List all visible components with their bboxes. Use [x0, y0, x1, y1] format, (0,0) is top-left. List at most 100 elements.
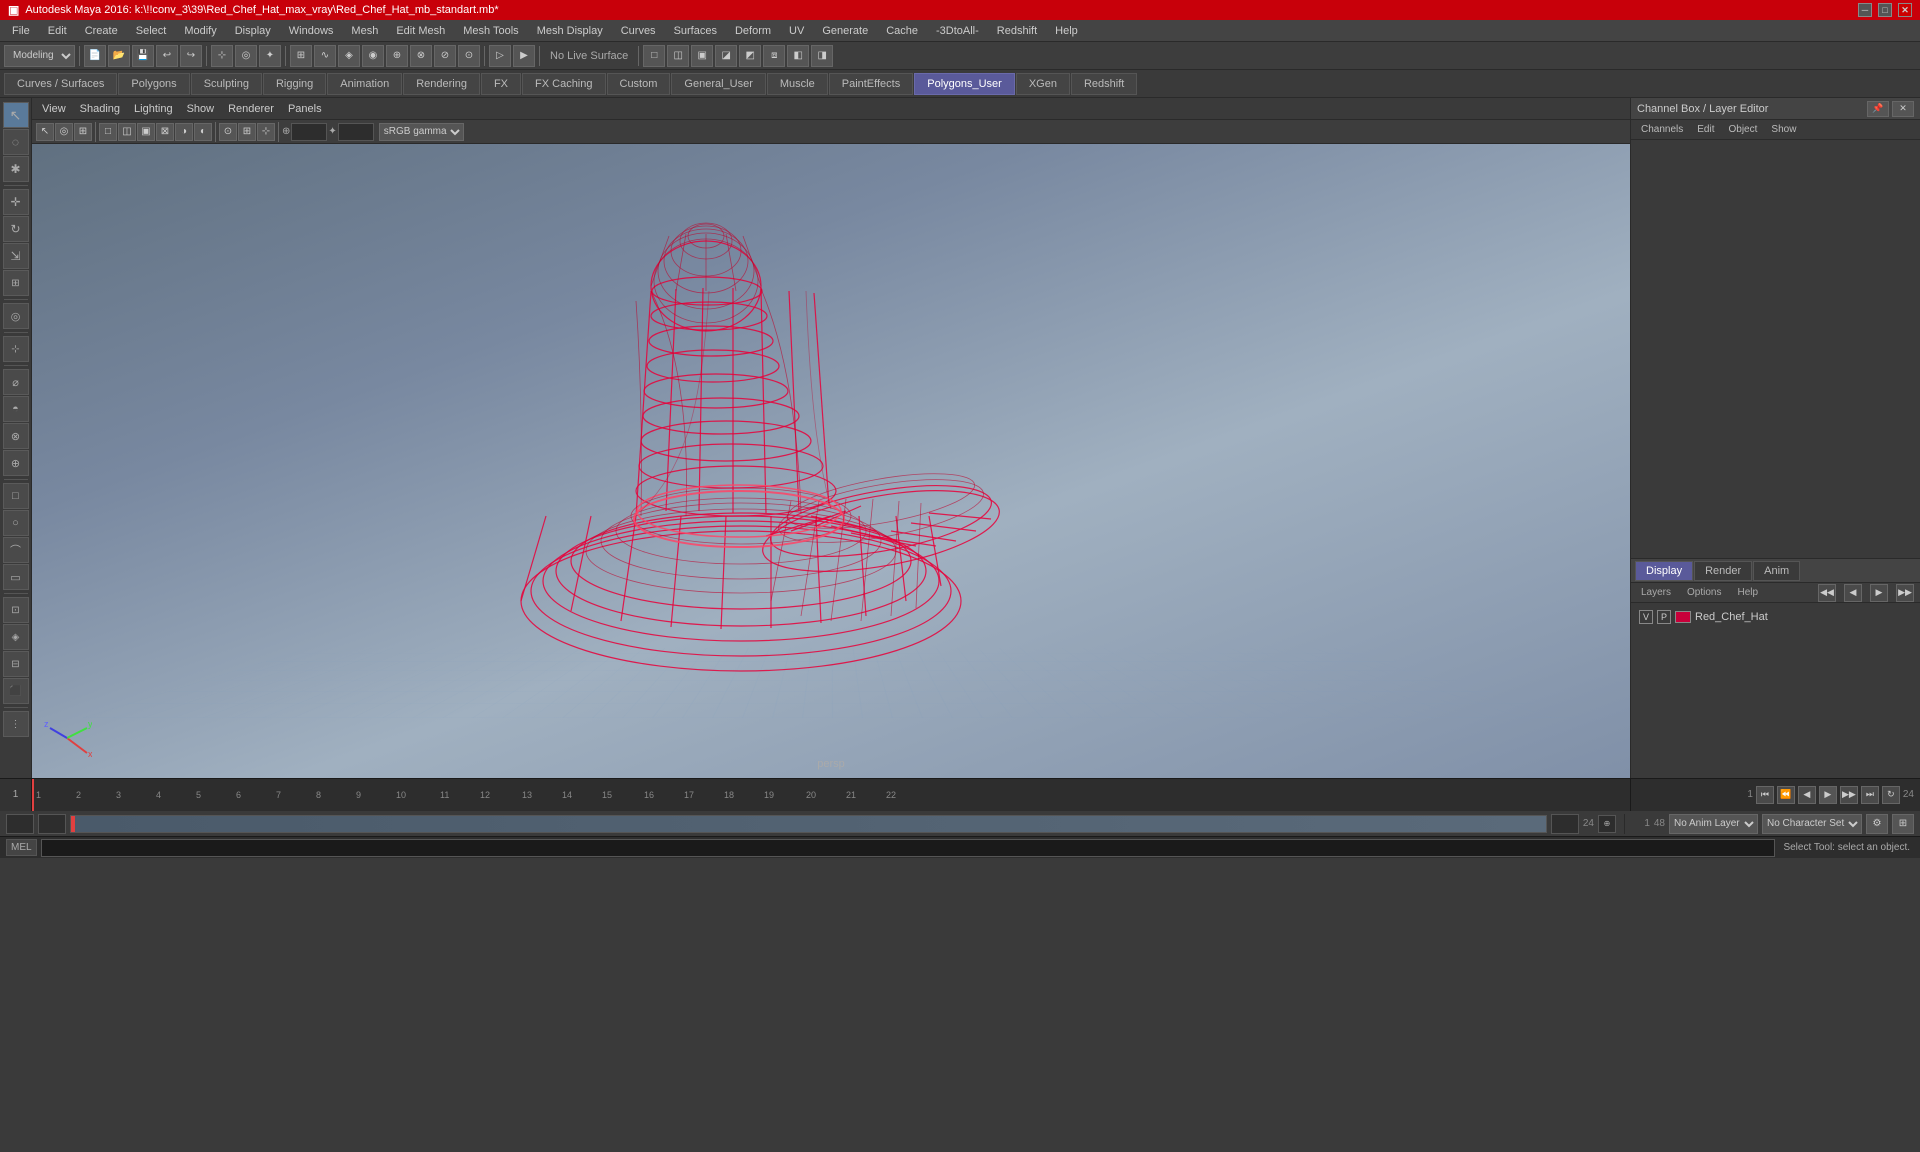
close-button[interactable]: ✕ — [1898, 3, 1912, 17]
layer-step-back-btn[interactable]: ◀ — [1844, 584, 1862, 602]
tab-curves-surfaces[interactable]: Curves / Surfaces — [4, 73, 117, 95]
layer-step-fwd-btn[interactable]: ▶ — [1870, 584, 1888, 602]
more-tools-btn[interactable]: ⋮ — [3, 711, 29, 737]
cube-btn[interactable]: □ — [3, 483, 29, 509]
select-btn[interactable]: ⊹ — [211, 45, 233, 67]
sphere-btn[interactable]: ○ — [3, 510, 29, 536]
display-btn5[interactable]: ◩ — [739, 45, 761, 67]
tab-paint-effects[interactable]: PaintEffects — [829, 73, 914, 95]
menu-display[interactable]: Display — [227, 23, 279, 39]
soft-select-btn[interactable]: ◎ — [3, 303, 29, 329]
tab-sculpting[interactable]: Sculpting — [191, 73, 262, 95]
char-set-extra-btn[interactable]: ⊞ — [1892, 814, 1914, 834]
range-start-input[interactable]: 1 — [6, 814, 34, 834]
render-btn[interactable]: ▷ — [489, 45, 511, 67]
redo-btn[interactable]: ↪ — [180, 45, 202, 67]
layer-type-btn[interactable]: P — [1657, 610, 1671, 624]
cylinder-btn[interactable]: ⌒ — [3, 537, 29, 563]
move-tool-btn[interactable]: ✛ — [3, 189, 29, 215]
vp-isolate-btn[interactable]: ⊙ — [219, 123, 237, 141]
vp-hud-btn[interactable]: ⊹ — [257, 123, 275, 141]
viewport-menu-lighting[interactable]: Lighting — [128, 101, 179, 117]
paint-btn[interactable]: ✦ — [259, 45, 281, 67]
vp-value1-input[interactable]: 0.00 — [291, 123, 327, 141]
layer-next-btn[interactable]: ▶▶ — [1896, 584, 1914, 602]
layers-subtab[interactable]: Layers — [1637, 585, 1675, 600]
tl-fwd-btn[interactable]: ▶▶ — [1840, 786, 1858, 804]
menu-mesh-display[interactable]: Mesh Display — [529, 23, 611, 39]
lasso-btn[interactable]: ◎ — [235, 45, 257, 67]
tab-fx[interactable]: FX — [481, 73, 521, 95]
vp-grid-btn[interactable]: ⊞ — [238, 123, 256, 141]
tab-redshift[interactable]: Redshift — [1071, 73, 1137, 95]
extrude-btn[interactable]: ⊡ — [3, 597, 29, 623]
display-btn8[interactable]: ◨ — [811, 45, 833, 67]
anim-layer-dropdown[interactable]: No Anim Layer — [1669, 814, 1758, 834]
display-btn3[interactable]: ▣ — [691, 45, 713, 67]
snap-6[interactable]: ⊘ — [434, 45, 456, 67]
save-btn[interactable]: 💾 — [132, 45, 154, 67]
tab-rigging[interactable]: Rigging — [263, 73, 326, 95]
tab-general-user[interactable]: General_User — [671, 73, 765, 95]
menu-mesh[interactable]: Mesh — [343, 23, 386, 39]
vp-shadow-btn[interactable]: ◐ — [194, 123, 212, 141]
minimize-button[interactable]: ─ — [1858, 3, 1872, 17]
bridge-btn[interactable]: ⊟ — [3, 651, 29, 677]
vp-flat-btn[interactable]: ◫ — [118, 123, 136, 141]
fill-btn[interactable]: ⬛ — [3, 678, 29, 704]
range-bar[interactable] — [70, 815, 1547, 833]
snap-view[interactable]: ◉ — [362, 45, 384, 67]
anim-tab[interactable]: Anim — [1753, 561, 1800, 581]
menu-3dtoall[interactable]: -3DtoAll- — [928, 23, 987, 39]
ipr-btn[interactable]: ▶ — [513, 45, 535, 67]
tl-back-btn[interactable]: ◀ — [1798, 786, 1816, 804]
menu-edit[interactable]: Edit — [40, 23, 75, 39]
tl-loop-btn[interactable]: ↻ — [1882, 786, 1900, 804]
render-tab[interactable]: Render — [1694, 561, 1752, 581]
edit-tab[interactable]: Edit — [1691, 122, 1720, 137]
help-subtab[interactable]: Help — [1733, 585, 1762, 600]
snap-curve[interactable]: ∿ — [314, 45, 336, 67]
channel-box-pin[interactable]: 📌 — [1867, 101, 1889, 117]
channels-tab[interactable]: Channels — [1635, 122, 1689, 137]
plane-btn[interactable]: ▭ — [3, 564, 29, 590]
menu-generate[interactable]: Generate — [814, 23, 876, 39]
viewport-menu-view[interactable]: View — [36, 101, 72, 117]
tab-fx-caching[interactable]: FX Caching — [522, 73, 605, 95]
3d-viewport[interactable]: .wire { stroke: #e8003a; stroke-width: 1… — [32, 144, 1630, 778]
mode-dropdown[interactable]: Modeling — [4, 45, 75, 67]
show-manip-btn[interactable]: ⊹ — [3, 336, 29, 362]
object-tab[interactable]: Object — [1723, 122, 1764, 137]
range-inner-start-input[interactable]: 1 — [38, 814, 66, 834]
range-handle[interactable] — [71, 816, 75, 832]
display-btn7[interactable]: ◧ — [787, 45, 809, 67]
display-btn2[interactable]: ◫ — [667, 45, 689, 67]
undo-btn[interactable]: ↩ — [156, 45, 178, 67]
menu-cache[interactable]: Cache — [878, 23, 926, 39]
open-btn[interactable]: 📂 — [108, 45, 130, 67]
maximize-button[interactable]: □ — [1878, 3, 1892, 17]
smooth-btn[interactable]: ⊕ — [3, 450, 29, 476]
char-set-settings-btn[interactable]: ⚙ — [1866, 814, 1888, 834]
tab-muscle[interactable]: Muscle — [767, 73, 828, 95]
timeline-numbers[interactable]: 1 2 3 4 5 6 7 8 9 10 11 12 13 14 15 16 1… — [32, 779, 1630, 811]
snap-point[interactable]: ◈ — [338, 45, 360, 67]
vp-select-btn[interactable]: ↖ — [36, 123, 54, 141]
menu-modify[interactable]: Modify — [176, 23, 224, 39]
vp-texture-btn[interactable]: ⊠ — [156, 123, 174, 141]
vp-wire-shaded-btn[interactable]: ▣ — [137, 123, 155, 141]
sculpt-btn[interactable]: ⌀ — [3, 369, 29, 395]
layer-visibility-btn[interactable]: V — [1639, 610, 1653, 624]
display-btn6[interactable]: ⧈ — [763, 45, 785, 67]
gamma-dropdown[interactable]: sRGB gamma — [379, 123, 464, 141]
new-scene-btn[interactable]: 📄 — [84, 45, 106, 67]
tab-polygons[interactable]: Polygons — [118, 73, 189, 95]
menu-uv[interactable]: UV — [781, 23, 812, 39]
snap-live[interactable]: ⊕ — [386, 45, 408, 67]
menu-curves[interactable]: Curves — [613, 23, 664, 39]
relax-btn[interactable]: ◓ — [3, 396, 29, 422]
select-tool-btn[interactable]: ↖ — [3, 102, 29, 128]
char-set-dropdown[interactable]: No Character Set — [1762, 814, 1862, 834]
grab-btn[interactable]: ⊗ — [3, 423, 29, 449]
viewport-menu-renderer[interactable]: Renderer — [222, 101, 280, 117]
